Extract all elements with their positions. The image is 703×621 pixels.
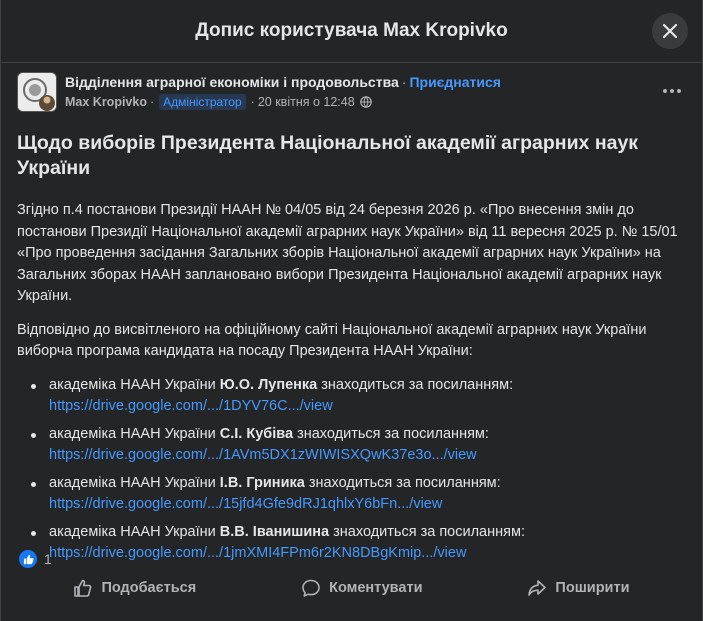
candidate-link[interactable]: https://drive.google.com/.../1jmXMI4FPm6… bbox=[49, 543, 686, 565]
candidate-link[interactable]: https://drive.google.com/.../1DYV76C.../… bbox=[49, 396, 686, 418]
candidate-name: С.І. Кубіва bbox=[219, 425, 294, 442]
bullet bbox=[31, 481, 36, 487]
separator-dot: · bbox=[401, 74, 407, 90]
candidate-name: Ю.О. Лупенка bbox=[219, 376, 318, 393]
comment-label: Коментувати bbox=[329, 580, 423, 596]
post-content: Щодо виборів Президента Національної ака… bbox=[1, 131, 702, 565]
reaction-summary[interactable]: 1 bbox=[19, 550, 52, 568]
more-horizontal-icon bbox=[663, 89, 681, 93]
group-name-link[interactable]: Відділення аграрної економіки і продовол… bbox=[65, 74, 399, 90]
candidate-name: І.В. Гриника bbox=[219, 474, 305, 491]
candidate-link[interactable]: https://drive.google.com/.../1AVm5DX1zWI… bbox=[49, 445, 686, 467]
bullet bbox=[31, 530, 36, 536]
bullet bbox=[31, 383, 36, 389]
candidate-list: академіка НААН України Ю.О. Лупенка знах… bbox=[17, 375, 686, 565]
post-header: Відділення аграрної економіки і продовол… bbox=[1, 63, 702, 125]
comment-icon bbox=[302, 579, 320, 597]
share-button[interactable]: Поширити bbox=[509, 571, 647, 605]
close-button[interactable] bbox=[652, 13, 688, 49]
post-title: Щодо виборів Президента Національної ака… bbox=[17, 132, 639, 179]
comment-button[interactable]: Коментувати bbox=[283, 571, 440, 605]
like-label: Подобається bbox=[101, 580, 197, 596]
list-item: академіка НААН України С.І. Кубіва знахо… bbox=[17, 424, 686, 467]
like-reaction-icon bbox=[19, 550, 37, 568]
candidate-link[interactable]: https://drive.google.com/.../15jfd4Gfe9d… bbox=[49, 494, 686, 516]
dialog-header: Допис користувача Max Kropivko bbox=[1, 0, 702, 63]
globe-icon bbox=[359, 96, 372, 108]
candidate-name: В.В. Іванишина bbox=[219, 523, 330, 540]
like-button[interactable]: Подобається bbox=[55, 571, 214, 605]
separator-dot: · bbox=[149, 95, 155, 109]
share-icon bbox=[528, 580, 547, 596]
role-badge: Адміністратор bbox=[159, 94, 246, 110]
list-item: академіка НААН України Ю.О. Лупенка знах… bbox=[17, 375, 686, 418]
separator-dot: · bbox=[250, 95, 255, 109]
dialog-title: Допис користувача Max Kropivko bbox=[195, 20, 508, 41]
post-meta: Відділення аграрної економіки і продовол… bbox=[65, 74, 652, 110]
join-group-button[interactable]: Приєднатися bbox=[409, 74, 501, 90]
post-timestamp[interactable]: 20 квітня о 12:48 bbox=[258, 95, 355, 109]
bullet bbox=[31, 432, 36, 438]
author-name-link[interactable]: Max Kropivko bbox=[65, 95, 147, 109]
post-body: Відділення аграрної економіки і продовол… bbox=[1, 63, 702, 621]
post-dialog: Допис користувача Max Kropivko Відділенн… bbox=[0, 0, 703, 621]
avatar[interactable] bbox=[17, 72, 57, 112]
post-paragraph: Згідно п.4 постанови Президії НААН № 04/… bbox=[17, 202, 678, 304]
list-item: академіка НААН України І.В. Гриника знах… bbox=[17, 473, 686, 516]
share-label: Поширити bbox=[555, 580, 630, 596]
group-avatar-icon bbox=[18, 73, 56, 111]
post-paragraph: Відповідно до висвітленого на офіційному… bbox=[17, 321, 647, 360]
post-actions: Подобається Коментувати Поширити bbox=[1, 571, 702, 605]
list-item: академіка НААН України В.В. Іванишина зн… bbox=[17, 522, 686, 565]
reaction-count: 1 bbox=[44, 551, 52, 567]
more-options-button[interactable] bbox=[660, 79, 684, 103]
thumbs-up-icon bbox=[74, 579, 92, 597]
close-icon bbox=[662, 23, 678, 39]
